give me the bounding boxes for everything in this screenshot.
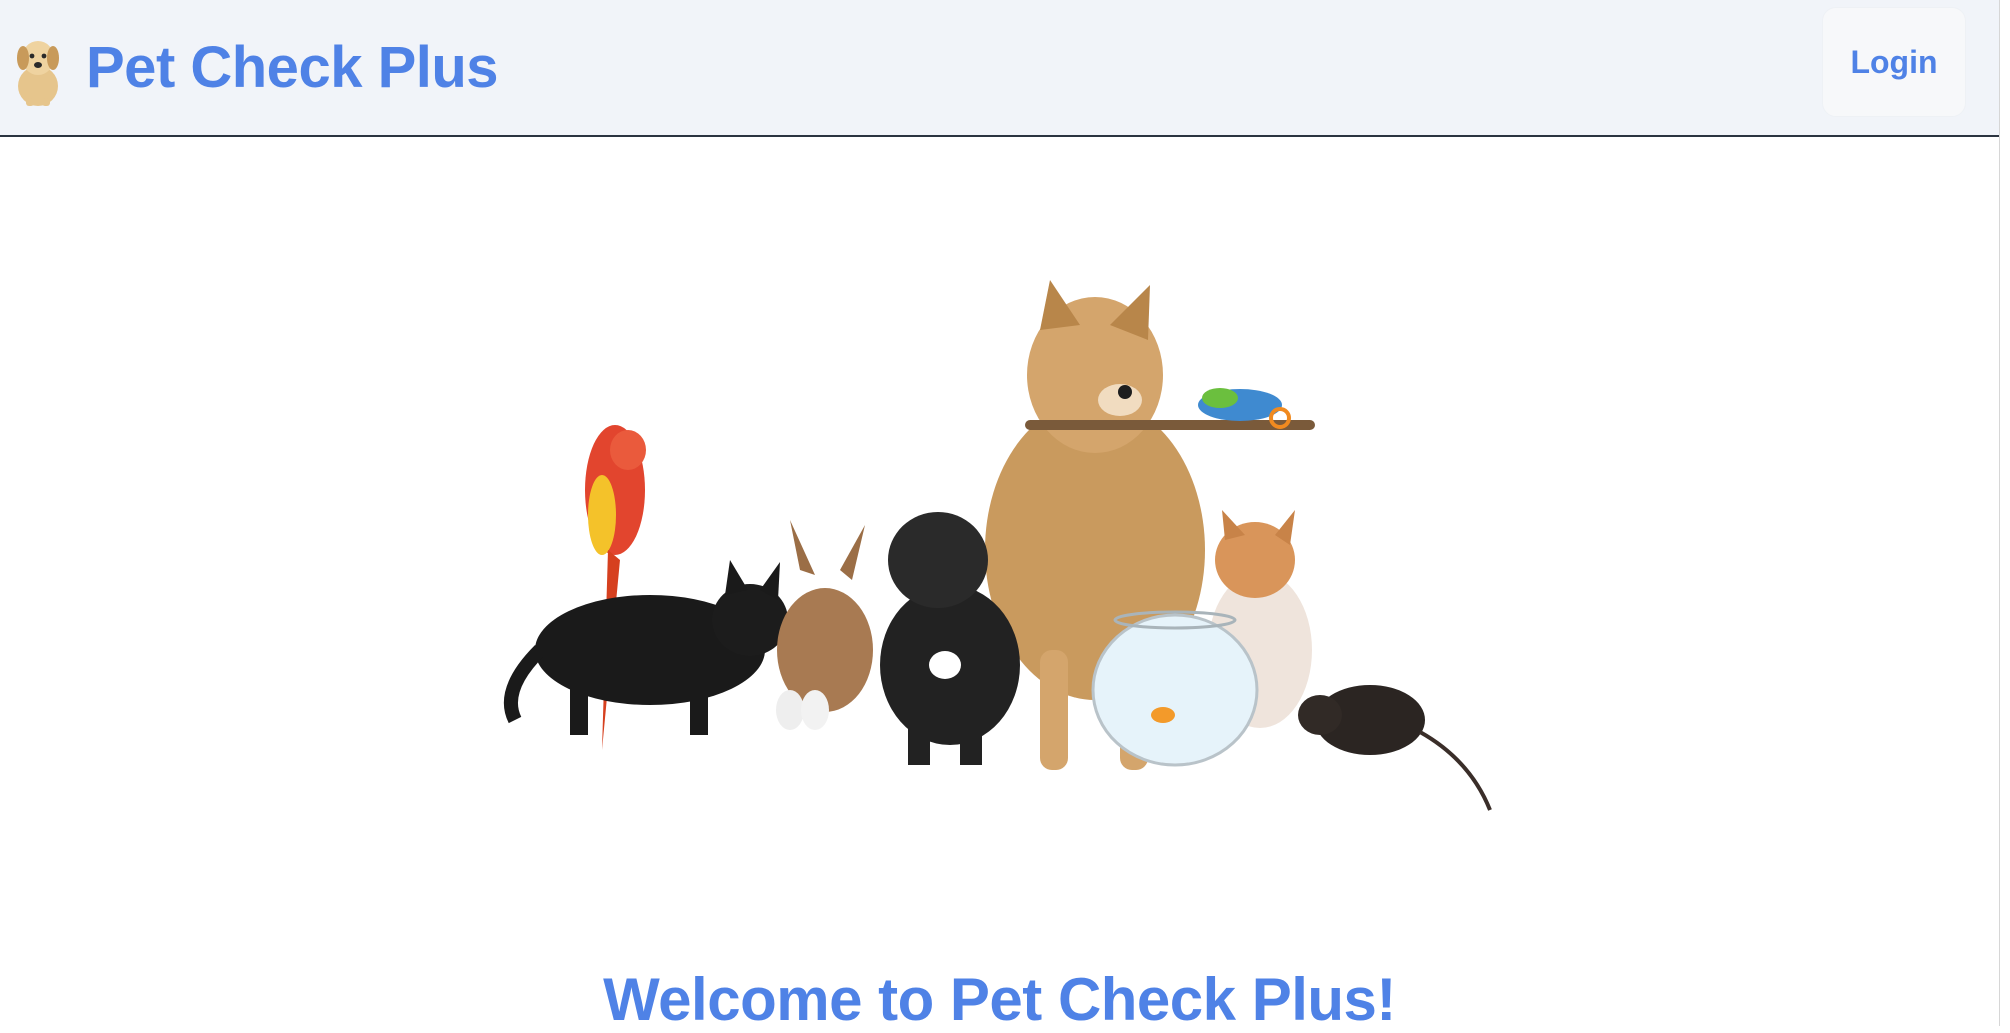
login-button[interactable]: Login <box>1822 7 1966 117</box>
rat <box>1298 685 1492 811</box>
top-navbar: Pet Check Plus Login <box>0 0 1999 137</box>
pets-illustration <box>503 280 1492 811</box>
group-of-pets-image <box>480 270 1510 830</box>
brand-home-link[interactable]: Pet Check Plus <box>12 18 499 118</box>
puppy-logo-icon <box>17 41 59 106</box>
scrollbar[interactable] <box>1999 0 2010 1026</box>
brand-title: Pet Check Plus <box>86 35 499 100</box>
rabbit <box>777 520 873 712</box>
welcome-heading: Welcome to Pet Check Plus! <box>603 966 1396 1033</box>
fish-bowl <box>1091 610 1259 767</box>
black-cat <box>503 560 788 735</box>
